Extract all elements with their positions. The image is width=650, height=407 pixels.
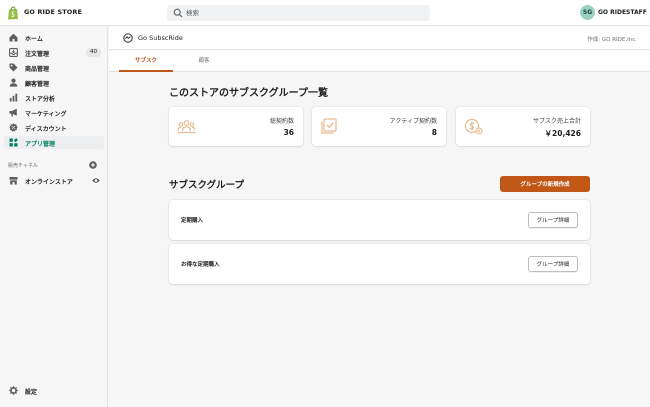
add-circle-icon[interactable] xyxy=(89,161,97,169)
sidebar-item-label: 顧客管理 xyxy=(25,81,50,88)
app-header: Go SubscRide 作成: GO RIDE,Inc. xyxy=(109,27,650,50)
dollar-coin-icon xyxy=(464,118,483,135)
user-menu[interactable]: SG GO RIDESTAFF xyxy=(580,4,650,22)
tab-bar: サブスク 顧客 xyxy=(109,51,650,72)
sales-channel-heading: 販売チャネル xyxy=(8,163,38,169)
stat-card-revenue: サブスク売上合計 ￥20,426 xyxy=(456,107,590,146)
home-icon xyxy=(9,33,18,42)
sidebar-item-label: ストア分析 xyxy=(25,96,56,103)
stat-value: 8 xyxy=(431,128,437,137)
analytics-icon xyxy=(9,93,18,102)
shopify-bag-icon[interactable] xyxy=(7,6,19,20)
create-group-button[interactable]: グループの新規作成 xyxy=(500,176,590,192)
sidebar-item-products[interactable]: 商品管理 xyxy=(4,61,104,74)
group-card-value: お得な定期購入 グループ詳細 xyxy=(169,244,590,284)
stat-card-active-contracts: アクティブ契約数 8 xyxy=(312,107,446,146)
sidebar-item-settings[interactable]: 設定 xyxy=(4,384,104,397)
group-name: お得な定期購入 xyxy=(181,262,220,268)
sidebar-item-online-store[interactable]: オンラインストア xyxy=(4,174,104,187)
sidebar-item-label: 商品管理 xyxy=(25,66,50,73)
tab-customers[interactable]: 顧客 xyxy=(177,51,231,72)
search-input[interactable] xyxy=(186,5,426,21)
sidebar-item-label: オンラインストア xyxy=(25,179,73,186)
sidebar-item-label: アプリ管理 xyxy=(25,141,56,148)
stat-label: 総契約数 xyxy=(269,118,294,125)
sidebar-item-label: ホーム xyxy=(25,36,43,43)
sidebar-item-discounts[interactable]: ディスカウント xyxy=(4,121,104,134)
app-logo-icon xyxy=(123,33,133,43)
group-detail-button[interactable]: グループ詳細 xyxy=(528,256,578,272)
discount-icon xyxy=(9,123,18,132)
page-title: このストアのサブスクグループ一覧 xyxy=(169,88,328,99)
avatar[interactable]: SG xyxy=(580,5,595,20)
orders-icon xyxy=(9,48,18,57)
sidebar-item-orders[interactable]: 注文管理 40 xyxy=(4,46,104,59)
sidebar-item-label: 注文管理 xyxy=(25,51,50,58)
group-card-regular: 定期購入 グループ詳細 xyxy=(169,200,590,240)
stat-value: ￥20,426 xyxy=(544,129,581,138)
sidebar-item-customers[interactable]: 顧客管理 xyxy=(4,76,104,89)
sidebar-item-label: ディスカウント xyxy=(25,126,67,133)
apps-icon xyxy=(9,138,18,147)
store-icon xyxy=(9,177,18,185)
tab-subscription[interactable]: サブスク xyxy=(119,51,173,72)
people-icon xyxy=(177,120,196,134)
top-bar: GO RIDE STORE SG GO RIDESTAFF xyxy=(0,0,650,26)
checklist-icon xyxy=(321,118,337,134)
sidebar-item-analytics[interactable]: ストア分析 xyxy=(4,91,104,104)
sidebar-item-label: 設定 xyxy=(25,389,38,396)
person-icon xyxy=(9,78,18,87)
stat-value: 36 xyxy=(283,128,294,137)
store-name[interactable]: GO RIDE STORE xyxy=(24,8,82,16)
section-title: サブスクグループ xyxy=(169,180,245,191)
sidebar-item-marketing[interactable]: マーケティング xyxy=(4,106,104,119)
stat-card-total-contracts: 総契約数 36 xyxy=(169,107,303,146)
sidebar-item-label: マーケティング xyxy=(25,111,67,118)
orders-count-badge: 40 xyxy=(86,48,101,57)
app-author: 作成: GO RIDE,Inc. xyxy=(587,37,637,43)
stat-label: アクティブ契約数 xyxy=(389,118,437,125)
group-detail-button[interactable]: グループ詳細 xyxy=(528,212,578,228)
app-name: Go SubscRide xyxy=(138,34,183,42)
gear-icon xyxy=(9,386,18,395)
sidebar-item-home[interactable]: ホーム xyxy=(4,31,104,44)
main-content: Go SubscRide 作成: GO RIDE,Inc. サブスク 顧客 この… xyxy=(109,27,650,407)
search-icon xyxy=(173,8,183,18)
group-name: 定期購入 xyxy=(181,218,204,224)
user-name[interactable]: GO RIDESTAFF xyxy=(598,9,647,16)
megaphone-icon xyxy=(9,108,17,117)
search-bar[interactable] xyxy=(167,5,430,21)
sidebar: ホーム 注文管理 40 商品管理 顧客管理 ストア分析 マーケティング ディスカ… xyxy=(0,27,108,407)
eye-icon[interactable] xyxy=(92,177,100,184)
sidebar-item-apps[interactable]: アプリ管理 xyxy=(4,136,104,149)
tag-icon xyxy=(9,63,18,72)
stat-label: サブスク売上合計 xyxy=(532,118,581,125)
